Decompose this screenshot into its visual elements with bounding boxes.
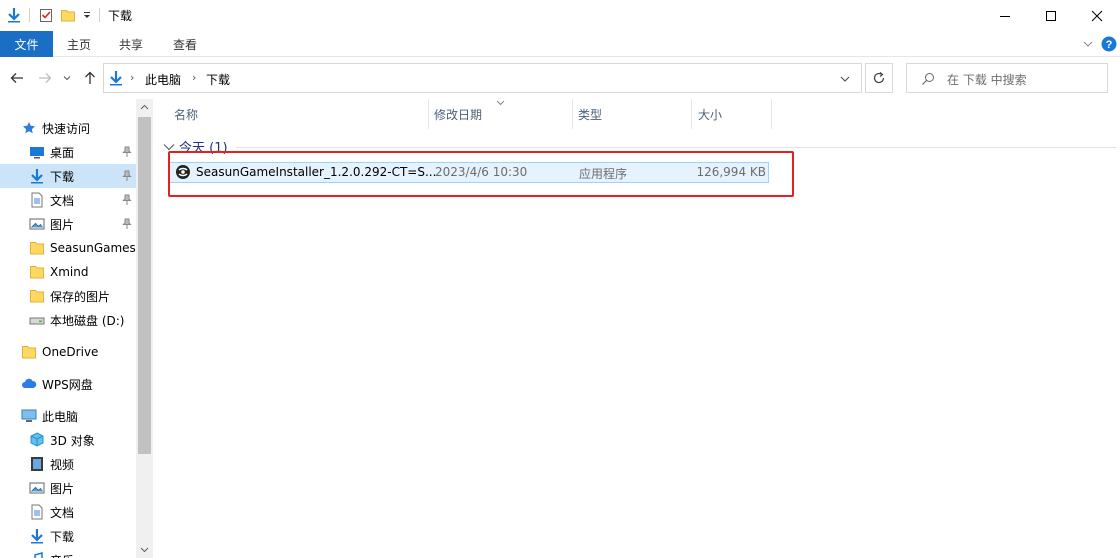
collapse-chevron-icon[interactable] bbox=[163, 142, 175, 152]
document-icon bbox=[29, 192, 45, 208]
sidebar-item-downloads-2[interactable]: 下载 bbox=[0, 524, 136, 548]
picture-icon bbox=[29, 480, 45, 496]
scroll-up-arrow-icon[interactable] bbox=[140, 103, 149, 112]
navigation-bar: › 此电脑 › 下载 在 下载 中搜索 bbox=[0, 57, 1120, 99]
scrollbar-thumb[interactable] bbox=[138, 117, 151, 454]
tab-view[interactable]: 查看 bbox=[162, 31, 208, 57]
folder-icon bbox=[21, 344, 37, 360]
tab-home[interactable]: 主页 bbox=[56, 31, 102, 57]
navigation-pane: 快速访问 桌面 下载 文档 图片 SeasunGamesL Xmind 保存的图… bbox=[0, 99, 153, 558]
pin-icon[interactable] bbox=[121, 146, 133, 158]
maximize-icon bbox=[1046, 10, 1056, 21]
toolbar-separator bbox=[99, 8, 100, 22]
folder-icon bbox=[29, 288, 45, 304]
breadcrumb-separator-icon: › bbox=[130, 71, 135, 84]
sidebar-scrollbar[interactable] bbox=[136, 99, 153, 558]
music-icon bbox=[29, 552, 45, 558]
column-divider[interactable] bbox=[771, 99, 772, 129]
forward-arrow-icon[interactable] bbox=[36, 69, 54, 87]
svg-text:?: ? bbox=[1106, 39, 1113, 51]
desktop-icon bbox=[29, 144, 45, 160]
column-header-type[interactable]: 类型 bbox=[578, 99, 602, 129]
download-icon bbox=[29, 528, 45, 544]
recent-locations-chevron-icon[interactable] bbox=[60, 69, 74, 87]
drive-icon bbox=[29, 312, 45, 328]
minimize-icon bbox=[1000, 15, 1010, 17]
search-box[interactable]: 在 下载 中搜索 bbox=[906, 63, 1108, 93]
ribbon-tabs: 文件 主页 共享 查看 ? bbox=[0, 31, 1120, 57]
download-icon[interactable] bbox=[4, 5, 24, 25]
minimize-button[interactable] bbox=[982, 0, 1028, 31]
search-icon bbox=[921, 72, 935, 89]
search-placeholder: 在 下载 中搜索 bbox=[947, 73, 1027, 87]
sidebar-item-wps-cloud[interactable]: WPS网盘 bbox=[0, 372, 136, 396]
pin-icon[interactable] bbox=[121, 194, 133, 206]
address-bar[interactable]: › 此电脑 › 下载 bbox=[103, 63, 862, 93]
up-arrow-icon[interactable] bbox=[81, 69, 99, 87]
column-header-size[interactable]: 大小 bbox=[698, 99, 722, 129]
close-button[interactable] bbox=[1074, 0, 1120, 31]
sidebar-item-pictures[interactable]: 图片 bbox=[0, 212, 136, 236]
title-bar: 下载 bbox=[0, 0, 1120, 31]
pin-icon[interactable] bbox=[121, 218, 133, 230]
maximize-button[interactable] bbox=[1028, 0, 1074, 31]
column-divider[interactable] bbox=[428, 99, 429, 129]
sidebar-item-saved-pictures[interactable]: 保存的图片 bbox=[0, 284, 136, 308]
highlight-box bbox=[168, 151, 794, 197]
computer-icon bbox=[21, 408, 37, 424]
sidebar-item-3d-objects[interactable]: 3D 对象 bbox=[0, 428, 136, 452]
sidebar-item-quick-access[interactable]: 快速访问 bbox=[0, 116, 136, 140]
breadcrumb-downloads[interactable]: 下载 bbox=[206, 71, 230, 88]
folder-icon bbox=[29, 240, 45, 256]
star-icon bbox=[21, 120, 37, 136]
column-header-name[interactable]: 名称 bbox=[174, 99, 198, 129]
toolbar-separator bbox=[29, 8, 30, 22]
tab-share[interactable]: 共享 bbox=[108, 31, 154, 57]
sidebar-item-pictures-2[interactable]: 图片 bbox=[0, 476, 136, 500]
video-icon bbox=[29, 456, 45, 472]
download-icon bbox=[29, 168, 45, 184]
address-dropdown-chevron-icon[interactable] bbox=[840, 73, 850, 87]
help-icon[interactable]: ? bbox=[1100, 35, 1118, 53]
sort-chevron-icon bbox=[496, 100, 505, 106]
breadcrumb-this-pc[interactable]: 此电脑 bbox=[145, 71, 181, 88]
column-header-date-modified[interactable]: 修改日期 bbox=[434, 99, 482, 129]
sidebar-item-seasungamesl[interactable]: SeasunGamesL bbox=[0, 236, 136, 260]
column-divider[interactable] bbox=[691, 99, 692, 129]
pin-icon[interactable] bbox=[121, 170, 133, 182]
back-arrow-icon[interactable] bbox=[8, 69, 26, 87]
sidebar-item-this-pc[interactable]: 此电脑 bbox=[0, 404, 136, 428]
scroll-down-arrow-icon[interactable] bbox=[140, 545, 149, 554]
picture-icon bbox=[29, 216, 45, 232]
sidebar-item-desktop[interactable]: 桌面 bbox=[0, 140, 136, 164]
sidebar-item-onedrive[interactable]: OneDrive bbox=[0, 340, 136, 364]
sidebar-item-documents[interactable]: 文档 bbox=[0, 188, 136, 212]
properties-icon[interactable] bbox=[36, 5, 56, 25]
sidebar-item-downloads[interactable]: 下载 bbox=[0, 164, 136, 188]
sidebar-item-videos[interactable]: 视频 bbox=[0, 452, 136, 476]
sidebar-item-music[interactable]: 音乐 bbox=[0, 548, 136, 558]
folder-icon bbox=[29, 264, 45, 280]
tab-file[interactable]: 文件 bbox=[0, 31, 53, 57]
sidebar-item-local-disk-d[interactable]: 本地磁盘 (D:) bbox=[0, 308, 136, 332]
expand-ribbon-chevron-icon[interactable] bbox=[1079, 35, 1097, 53]
cube-icon bbox=[29, 432, 45, 448]
document-icon bbox=[29, 504, 45, 520]
download-icon bbox=[108, 70, 124, 86]
refresh-icon bbox=[873, 72, 885, 84]
window-title: 下载 bbox=[108, 9, 133, 23]
cloud-icon bbox=[21, 376, 37, 392]
column-divider[interactable] bbox=[572, 99, 573, 129]
sidebar-item-xmind[interactable]: Xmind bbox=[0, 260, 136, 284]
close-icon bbox=[1091, 10, 1103, 21]
refresh-button[interactable] bbox=[865, 63, 893, 93]
group-divider bbox=[236, 147, 1116, 148]
breadcrumb-separator-icon[interactable]: › bbox=[192, 71, 196, 84]
new-folder-icon[interactable] bbox=[58, 5, 78, 25]
customize-dropdown-icon[interactable] bbox=[80, 5, 94, 25]
sidebar-item-documents-2[interactable]: 文档 bbox=[0, 500, 136, 524]
